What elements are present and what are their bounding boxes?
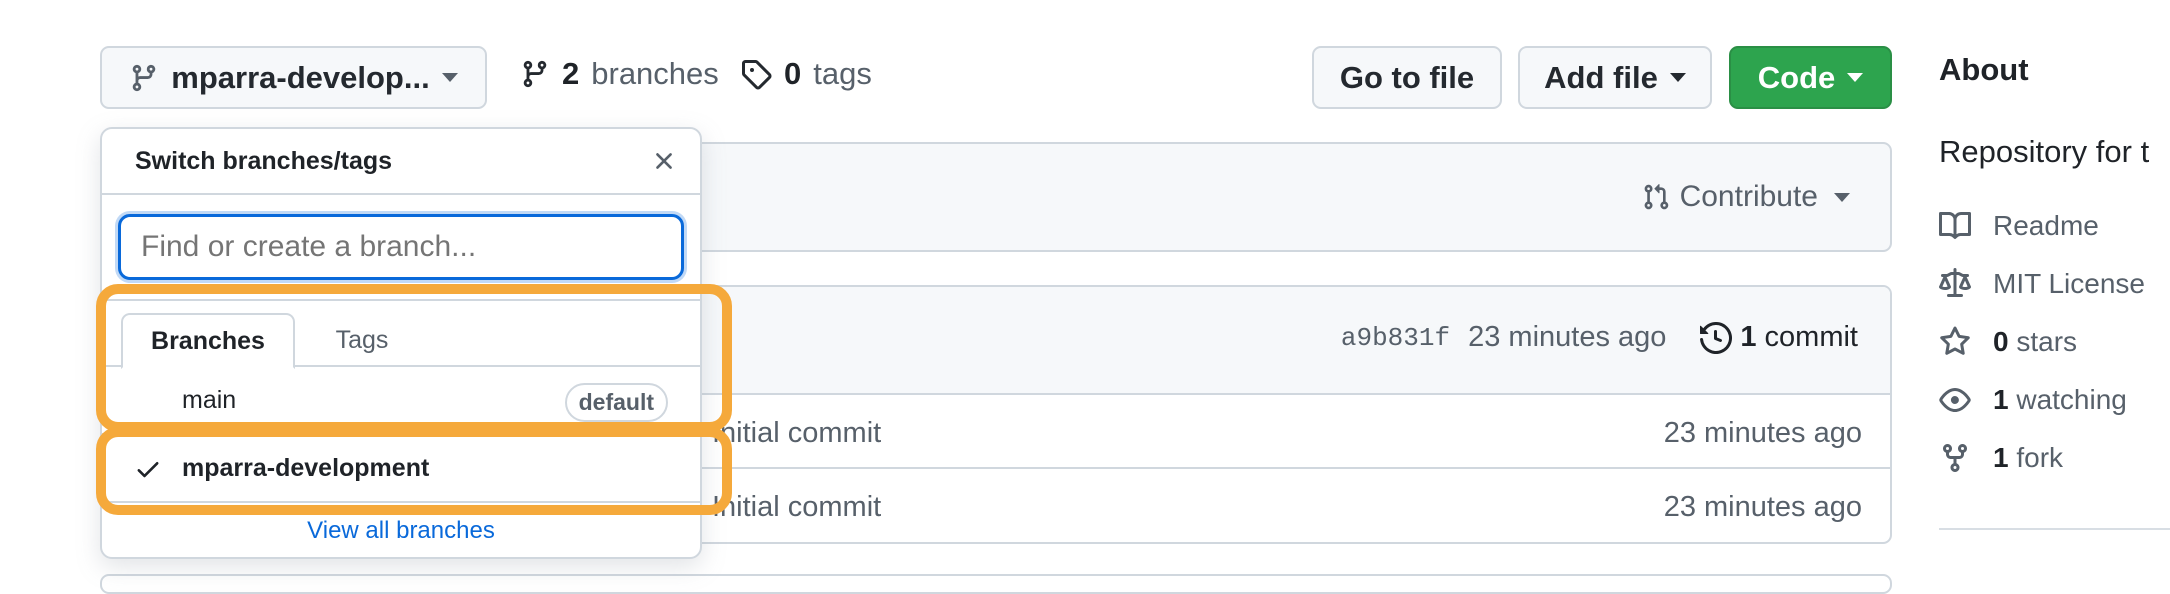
branches-label: branches — [591, 56, 719, 91]
sidebar-divider — [1939, 528, 2170, 530]
sidebar-readme-link[interactable]: Readme — [1939, 210, 2099, 242]
tags-label: tags — [813, 56, 872, 91]
commit-sha[interactable]: a9b831f — [1341, 323, 1450, 353]
go-to-file-button[interactable]: Go to file — [1312, 46, 1502, 109]
code-label: Code — [1757, 59, 1836, 95]
tag-icon — [740, 58, 772, 90]
sidebar-stars-link[interactable]: 0 stars — [1939, 326, 2077, 358]
check-icon — [134, 455, 162, 488]
code-button[interactable]: Code — [1729, 46, 1892, 109]
sidebar-forks-link[interactable]: 1 fork — [1939, 442, 2063, 474]
pull-request-icon — [1642, 181, 1670, 213]
branches-link[interactable]: 2 branches — [520, 56, 719, 92]
star-icon — [1939, 326, 1971, 358]
branch-select-label: mparra-develop... — [171, 59, 430, 95]
branch-name: mparra-development — [182, 453, 430, 482]
git-branch-icon — [520, 58, 550, 90]
commit-time: 23 minutes ago — [1468, 321, 1667, 353]
law-icon — [1939, 268, 1971, 300]
search-area — [102, 195, 700, 301]
history-icon — [1700, 321, 1733, 354]
sidebar-label: Readme — [1993, 210, 2099, 241]
tab-branches-label: Branches — [151, 326, 265, 355]
branch-name: main — [182, 385, 237, 414]
view-all-row: View all branches — [102, 503, 700, 557]
commit-history-link[interactable]: 1 commit — [1700, 321, 1858, 354]
sidebar-label: stars — [2016, 326, 2078, 357]
branch-item-mparra-development[interactable]: mparra-development — [102, 435, 700, 503]
eye-icon — [1939, 384, 1971, 416]
file-commit-time: 23 minutes ago — [1663, 417, 1862, 449]
default-badge: default — [564, 383, 668, 422]
about-title: About — [1939, 52, 2029, 87]
book-icon — [1939, 210, 1971, 242]
close-icon[interactable] — [650, 147, 678, 180]
next-section-edge — [100, 574, 1892, 594]
file-commit-message[interactable]: Initial commit — [712, 417, 881, 450]
contribute-bar: Contribute — [600, 142, 1892, 252]
file-row[interactable]: Initial commit 23 minutes ago — [602, 469, 1890, 542]
file-commit-message[interactable]: Initial commit — [712, 491, 881, 524]
chevron-down-icon — [441, 73, 458, 82]
chevron-down-icon — [1834, 192, 1850, 202]
tab-tags[interactable]: Tags — [302, 313, 422, 367]
latest-commit-bar: a9b831f 23 minutes ago 1 commit — [602, 287, 1890, 395]
tab-branches[interactable]: Branches — [121, 313, 295, 369]
branch-switcher-menu: Switch branches/tags Branches Tags main … — [100, 127, 702, 559]
file-row[interactable]: Initial commit 23 minutes ago — [602, 395, 1890, 469]
add-file-button[interactable]: Add file — [1518, 46, 1712, 109]
tags-count: 0 — [784, 56, 802, 91]
tags-link[interactable]: 0 tags — [740, 56, 872, 92]
contribute-label: Contribute — [1679, 180, 1818, 213]
view-all-branches-link[interactable]: View all branches — [307, 517, 495, 545]
sidebar-label: fork — [2016, 442, 2064, 473]
sidebar-watching-link[interactable]: 1 watching — [1939, 384, 2127, 416]
branch-item-main[interactable]: main default — [102, 367, 700, 435]
sidebar-label: watching — [2016, 384, 2127, 415]
menu-header: Switch branches/tags — [102, 129, 700, 195]
chevron-down-icon — [1669, 73, 1686, 82]
commit-count: 1 — [1740, 321, 1757, 353]
repo-description: Repository for t — [1939, 134, 2150, 169]
sidebar-count: 1 — [1993, 384, 2009, 415]
file-list: a9b831f 23 minutes ago 1 commit Initial … — [600, 285, 1892, 544]
sidebar-count: 1 — [1993, 442, 2009, 473]
branch-select-button[interactable]: mparra-develop... — [100, 46, 487, 109]
commit-label: commit — [1764, 321, 1858, 353]
branch-search-input[interactable] — [118, 214, 684, 280]
sidebar-label: MIT License — [1993, 268, 2145, 299]
chevron-down-icon — [1847, 73, 1864, 82]
sidebar-count: 0 — [1993, 326, 2009, 357]
fork-icon — [1939, 442, 1971, 474]
file-commit-time: 23 minutes ago — [1663, 491, 1862, 523]
tab-bar: Branches Tags — [102, 301, 700, 369]
git-branch-icon — [129, 62, 159, 94]
tab-tags-label: Tags — [335, 325, 389, 354]
go-to-file-label: Go to file — [1339, 59, 1475, 95]
contribute-button[interactable]: Contribute — [1642, 180, 1850, 214]
sidebar-license-link[interactable]: MIT License — [1939, 268, 2145, 300]
branches-count: 2 — [562, 56, 580, 91]
menu-title: Switch branches/tags — [135, 146, 393, 175]
add-file-label: Add file — [1544, 59, 1658, 95]
